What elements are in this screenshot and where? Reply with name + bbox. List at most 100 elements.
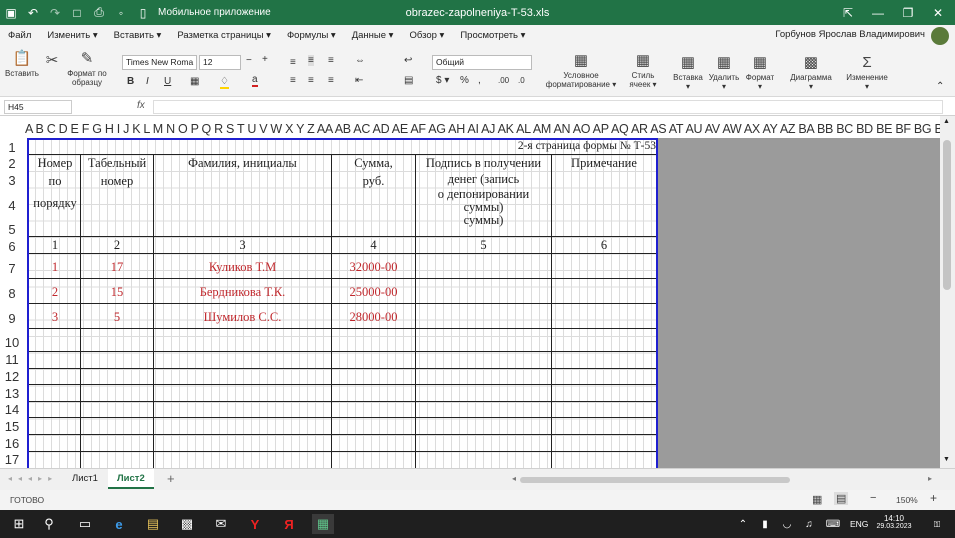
entry-amount[interactable]: 25000-00 xyxy=(332,286,415,299)
row-header[interactable]: 12 xyxy=(0,369,24,384)
menu-view[interactable]: Просмотреть ▾ xyxy=(452,30,533,41)
mobile-icon[interactable]: ▯ xyxy=(132,0,154,25)
new-document-icon[interactable]: □ xyxy=(66,0,88,25)
percent-icon[interactable]: % xyxy=(460,75,469,86)
fullscreen-icon[interactable]: ⇱ xyxy=(833,0,863,25)
menu-edit[interactable]: Изменить ▾ xyxy=(39,30,105,41)
page-layout-view-icon[interactable]: ▤ xyxy=(834,492,849,505)
align-bottom-icon[interactable]: ≡ xyxy=(328,55,334,66)
print-icon[interactable]: ⎙ xyxy=(88,0,110,25)
menu-insert[interactable]: Вставить ▾ xyxy=(106,30,170,41)
merge-center-icon[interactable]: ▤ xyxy=(404,75,413,86)
entry-personnel-number[interactable]: 5 xyxy=(81,311,153,324)
font-size-select[interactable]: 12 xyxy=(199,55,241,70)
merge-icon[interactable]: ⇔ xyxy=(355,55,365,66)
column-headers[interactable]: A B C D E F G H I J K L M N O P Q R S T … xyxy=(25,122,940,136)
language-indicator[interactable]: ENG xyxy=(850,519,868,529)
mail-icon[interactable]: ✉ xyxy=(210,514,232,534)
format-cells-button[interactable]: ▦ Формат ▾ xyxy=(744,53,776,91)
row-header[interactable]: 13 xyxy=(0,386,24,401)
restore-button[interactable]: ❐ xyxy=(893,0,923,25)
redo-icon[interactable]: ↷ xyxy=(44,0,66,25)
keyboard-icon[interactable]: ⌨ xyxy=(822,514,844,534)
increase-decimal-icon[interactable]: .00 xyxy=(498,76,509,85)
row-header[interactable]: 1 xyxy=(0,140,24,155)
mobile-app-label[interactable]: Мобильное приложение xyxy=(158,7,271,18)
currency-icon[interactable]: $ ▾ xyxy=(436,75,449,86)
thousands-icon[interactable]: , xyxy=(478,75,481,86)
bold-button[interactable]: B xyxy=(127,76,134,87)
horizontal-scroll-thumb[interactable] xyxy=(520,477,790,483)
font-name-select[interactable]: Times New Roma xyxy=(122,55,197,70)
entry-amount[interactable]: 32000-00 xyxy=(332,261,415,274)
row-header[interactable]: 3 xyxy=(0,173,24,188)
paste-button[interactable]: 📋 Вставить xyxy=(4,49,40,78)
row-header[interactable]: 7 xyxy=(0,261,24,276)
row-header[interactable]: 11 xyxy=(0,352,24,367)
hscroll-right-icon[interactable]: ▸ xyxy=(928,474,932,483)
row-header[interactable]: 8 xyxy=(0,286,24,301)
name-box[interactable]: H45 xyxy=(4,100,72,114)
menu-formulas[interactable]: Формулы ▾ xyxy=(279,30,344,41)
store-icon[interactable]: ▩ xyxy=(176,514,198,534)
tab-sheet2[interactable]: Лист2 xyxy=(108,469,154,489)
entry-amount[interactable]: 28000-00 xyxy=(332,311,415,324)
indent-icon[interactable]: ⇤ xyxy=(355,75,363,86)
file-explorer-icon[interactable]: ▤ xyxy=(142,514,164,534)
fx-button[interactable]: fx xyxy=(137,100,145,111)
menu-file[interactable]: Файл xyxy=(0,30,39,41)
battery-icon[interactable]: ▮ xyxy=(754,514,776,534)
entry-name[interactable]: Куликов Т.М xyxy=(154,261,331,274)
worksheet[interactable]: A B C D E F G H I J K L M N O P Q R S T … xyxy=(0,116,940,468)
task-view-icon[interactable]: ▭ xyxy=(74,514,96,534)
menu-page-layout[interactable]: Разметка страницы ▾ xyxy=(169,30,279,41)
insert-cells-button[interactable]: ▦ Вставка ▾ xyxy=(672,53,704,91)
edge-icon[interactable]: e xyxy=(108,514,130,534)
vertical-scroll-thumb[interactable] xyxy=(943,140,951,290)
entry-name[interactable]: Бердникова Т.К. xyxy=(154,286,331,299)
search-icon[interactable]: ⚲ xyxy=(38,514,60,534)
decrease-font-icon[interactable]: − xyxy=(246,55,252,66)
row-header[interactable]: 5 xyxy=(0,222,24,237)
scroll-down-icon[interactable]: ▼ xyxy=(943,456,950,463)
row-header[interactable]: 16 xyxy=(0,436,24,451)
fill-color-icon[interactable]: ♢ xyxy=(220,76,229,89)
row-header[interactable]: 2 xyxy=(0,156,24,171)
spreadsheet-app-icon[interactable]: ▦ xyxy=(312,514,334,534)
minimize-button[interactable]: — xyxy=(863,0,893,25)
hscroll-left-icon[interactable]: ◂ xyxy=(512,474,516,483)
row-header[interactable]: 10 xyxy=(0,335,24,350)
user-name[interactable]: Горбунов Ярослав Владимирович xyxy=(775,25,925,45)
wrap-text-icon[interactable]: ↩ xyxy=(404,55,412,66)
conditional-formatting-button[interactable]: ▦ Условное форматирование ▾ xyxy=(545,51,617,89)
increase-font-icon[interactable]: + xyxy=(262,54,268,65)
menu-review[interactable]: Обзор ▾ xyxy=(401,30,452,41)
entry-number[interactable]: 3 xyxy=(30,311,80,324)
yandex-browser-icon[interactable]: Y xyxy=(244,514,266,534)
italic-button[interactable]: I xyxy=(146,76,149,87)
entry-number[interactable]: 1 xyxy=(30,261,80,274)
vertical-scrollbar[interactable]: ▲ ▼ xyxy=(940,116,955,468)
format-painter-button[interactable]: ✎ Формат по образцу xyxy=(64,49,110,87)
row-header[interactable]: 6 xyxy=(0,239,24,254)
row-header[interactable]: 9 xyxy=(0,311,24,326)
font-color-icon[interactable]: a xyxy=(252,74,258,87)
avatar[interactable] xyxy=(931,27,949,45)
row-header[interactable]: 15 xyxy=(0,419,24,434)
zoom-out-icon[interactable]: − xyxy=(870,492,876,504)
align-left-icon[interactable]: ≡ xyxy=(290,75,296,86)
entry-number[interactable]: 2 xyxy=(30,286,80,299)
chart-button[interactable]: ▩ Диаграмма ▾ xyxy=(788,53,834,91)
volume-icon[interactable]: ♫ xyxy=(798,514,820,534)
clock[interactable]: 14:10 29.03.2023 xyxy=(876,514,911,530)
undo-icon[interactable]: ↶ xyxy=(22,0,44,25)
entry-name[interactable]: Шумилов С.С. xyxy=(154,311,331,324)
sheet-nav-icon[interactable]: ◂◂◂▸▸ xyxy=(8,474,58,483)
normal-view-icon[interactable]: ▦ xyxy=(812,493,822,506)
delete-cells-button[interactable]: ▦ Удалить ▾ xyxy=(706,53,742,91)
number-format-select[interactable]: Общий xyxy=(432,55,532,70)
share-icon[interactable]: ◦ xyxy=(110,0,132,25)
align-top-icon[interactable]: ≡ xyxy=(290,57,296,68)
yandex-icon[interactable]: Я xyxy=(278,514,300,534)
borders-icon[interactable]: ▦ xyxy=(190,76,199,87)
